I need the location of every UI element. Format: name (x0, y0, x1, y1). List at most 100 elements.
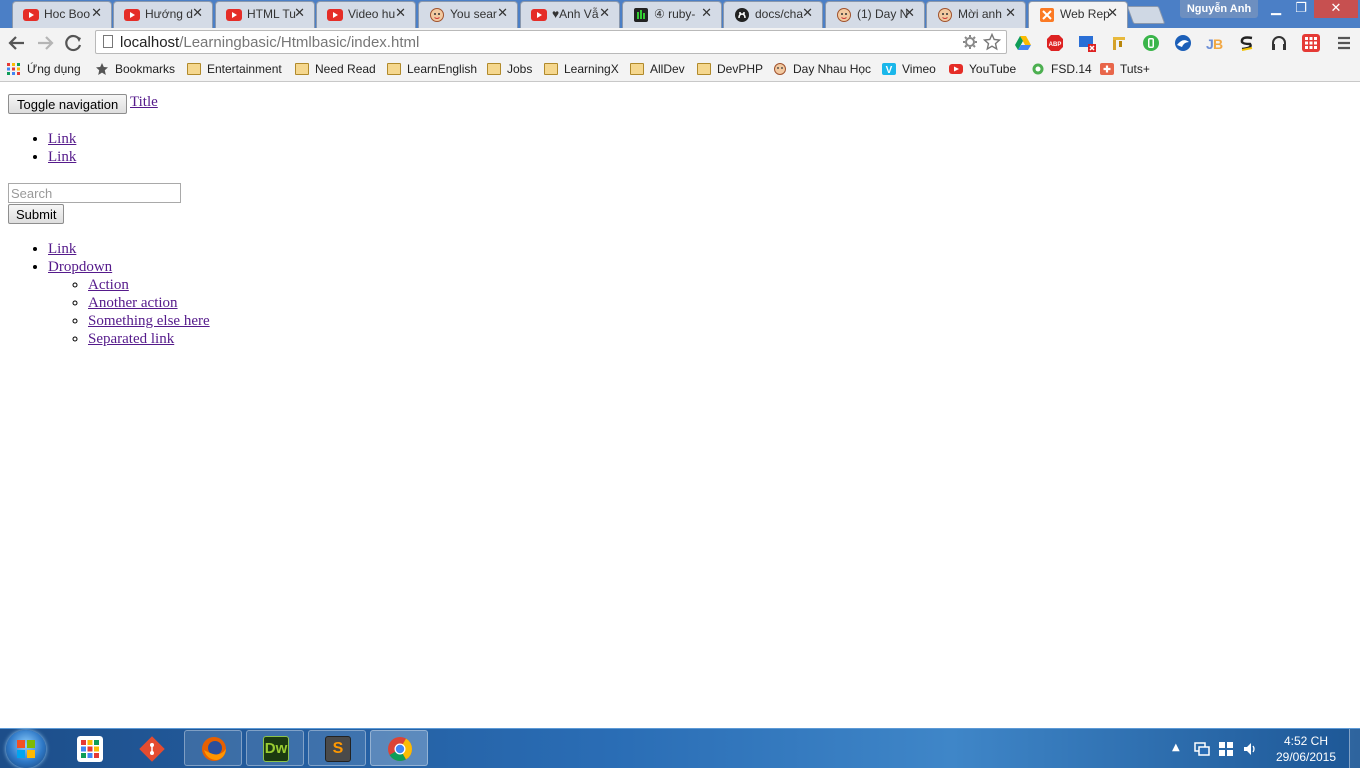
bird-icon[interactable] (1174, 34, 1192, 52)
bookmark-label: Need Read (315, 62, 376, 76)
nav-link[interactable]: Link (48, 131, 76, 147)
close-icon[interactable]: ✕ (1107, 6, 1118, 21)
forward-icon[interactable] (34, 33, 56, 53)
bookmark-folder[interactable]: LearnEnglish (387, 62, 477, 78)
bookmark-folder[interactable]: Jobs (487, 62, 532, 78)
show-hidden-icons-button[interactable]: ▲ (1172, 742, 1180, 753)
bookmark-apps[interactable]: Ứng dụng (7, 62, 81, 78)
dropdown-toggle[interactable]: Dropdown (48, 259, 112, 275)
bookmark-item[interactable]: Bookmarks (95, 62, 175, 78)
browser-tab[interactable]: Hoc Boo ✕ (12, 1, 112, 28)
browser-tab[interactable]: Video hu ✕ (316, 1, 416, 28)
browser-tab[interactable]: Mời anh ✕ (926, 1, 1026, 28)
reload-icon[interactable] (63, 33, 85, 53)
nav-link[interactable]: Link (48, 241, 76, 257)
bookmark-folder[interactable]: Entertainment (187, 62, 282, 78)
action-center-icon[interactable] (1218, 741, 1234, 757)
bookmark-item[interactable]: Tuts+ (1100, 62, 1150, 78)
extension-icon[interactable] (1078, 34, 1096, 52)
taskbar-app-dreamweaver[interactable]: Dw (246, 730, 304, 766)
tools-icon[interactable] (1110, 34, 1128, 52)
search-input[interactable] (8, 183, 181, 203)
browser-tab[interactable]: ④ ruby- ✕ (622, 1, 722, 28)
minimize-button[interactable]: ▁ (1264, 0, 1288, 18)
volume-icon[interactable] (1242, 741, 1258, 757)
restore-button[interactable]: ❐ (1289, 0, 1313, 18)
svg-text:ABP: ABP (1049, 42, 1062, 48)
close-icon[interactable]: ✕ (91, 6, 102, 21)
page-content: Toggle navigation Title Link Link Submit… (0, 82, 1360, 728)
face-icon (837, 8, 851, 22)
show-desktop-button[interactable] (1349, 729, 1360, 768)
profile-button[interactable]: Nguyễn Anh (1180, 0, 1258, 18)
dropdown-link-separated[interactable]: Separated link (88, 331, 174, 347)
browser-tab[interactable]: Hướng d ✕ (113, 1, 213, 28)
google-drive-icon[interactable] (1014, 34, 1032, 52)
bookmark-item[interactable]: Day Nhau Học (773, 62, 871, 78)
clock-time: 4:52 CH (1283, 734, 1329, 748)
menu-icon[interactable] (1335, 34, 1353, 52)
headphones-icon[interactable] (1270, 34, 1288, 52)
browser-tab[interactable]: HTML Tu ✕ (215, 1, 315, 28)
toggle-navigation-button[interactable]: Toggle navigation (8, 94, 128, 114)
bookmark-folder[interactable]: DevPHP (697, 62, 763, 78)
bookmark-folder[interactable]: Need Read (295, 62, 376, 78)
system-clock[interactable]: 4:52 CH 29/06/2015 (1266, 733, 1346, 765)
jetbrains-icon[interactable]: JB (1206, 34, 1224, 52)
browser-tab[interactable]: You sear ✕ (418, 1, 518, 28)
address-bar[interactable]: localhost/Learningbasic/Htmlbasic/index.… (95, 30, 1007, 54)
bookmark-label: DevPHP (717, 62, 764, 76)
browser-tab[interactable]: ♥Anh Vẫ ✕ (520, 1, 620, 28)
youtube-icon (23, 9, 39, 21)
brand-link[interactable]: Title (130, 94, 158, 111)
bookmark-item[interactable]: FSD.14 (1031, 62, 1092, 78)
close-icon[interactable]: ✕ (599, 6, 610, 21)
dashlane-icon[interactable] (1142, 34, 1160, 52)
close-icon[interactable]: ✕ (192, 6, 203, 21)
chrome-icon (388, 737, 412, 762)
star-icon (96, 63, 108, 75)
dropdown-link-another-action[interactable]: Another action (88, 295, 178, 311)
adblock-icon[interactable]: ABP (1046, 34, 1064, 52)
close-window-button[interactable]: ✕ (1314, 0, 1358, 18)
taskbar-app-git[interactable] (122, 730, 180, 766)
folder-icon (697, 63, 711, 75)
dropdown-link-something-else[interactable]: Something else here (88, 313, 210, 329)
taskbar-app-sublime-text[interactable]: S (308, 730, 366, 766)
bookmark-item[interactable]: V Vimeo (882, 62, 936, 78)
browser-tab[interactable]: (1) Day N ✕ (825, 1, 925, 28)
bookmark-label: Tuts+ (1120, 62, 1150, 76)
sumo-icon[interactable] (1238, 34, 1256, 52)
apps-grid-icon[interactable] (1302, 34, 1320, 52)
bookmark-folder[interactable]: LearningX (544, 62, 619, 78)
close-icon[interactable]: ✕ (395, 6, 406, 21)
close-icon[interactable]: ✕ (294, 6, 305, 21)
apps-icon (7, 63, 20, 75)
close-icon[interactable]: ✕ (497, 6, 508, 21)
bookmark-item[interactable]: YouTube (949, 62, 1016, 78)
bookmark-label: Ứng dụng (27, 62, 81, 76)
close-icon[interactable]: ✕ (904, 6, 915, 21)
star-icon[interactable] (983, 33, 1001, 51)
close-icon[interactable]: ✕ (701, 6, 712, 21)
bookmark-label: LearnEnglish (407, 62, 478, 76)
submit-button[interactable]: Submit (8, 204, 65, 224)
back-icon[interactable] (6, 33, 28, 53)
nav-link[interactable]: Link (48, 149, 76, 165)
close-icon[interactable]: ✕ (802, 6, 813, 21)
browser-tab[interactable]: docs/cha ✕ (723, 1, 823, 28)
face-icon (774, 63, 786, 75)
dropdown: Dropdown Action Another action Something… (48, 258, 210, 347)
browser-tab-active[interactable]: Web Rep ✕ (1028, 1, 1128, 28)
network-icon[interactable] (1194, 741, 1210, 757)
taskbar-app-firefox[interactable] (184, 730, 242, 766)
new-tab-button[interactable] (1126, 6, 1166, 24)
dropdown-link-action[interactable]: Action (88, 277, 129, 293)
github-icon (735, 8, 749, 22)
gear-icon[interactable] (962, 34, 978, 50)
start-button[interactable] (6, 730, 46, 768)
bookmark-folder[interactable]: AllDev (630, 62, 685, 78)
close-icon[interactable]: ✕ (1005, 6, 1016, 21)
taskbar-app-grid[interactable] (60, 730, 118, 766)
taskbar-app-chrome[interactable] (370, 730, 428, 766)
